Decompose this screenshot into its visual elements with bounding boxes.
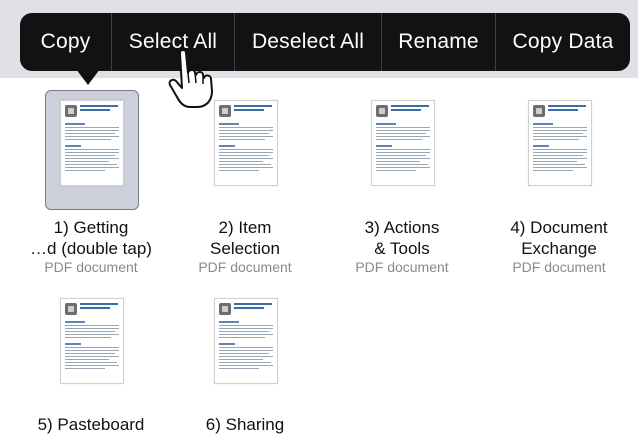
file-title: 2) Item Selection: [210, 218, 280, 258]
file-tile[interactable]: 6) Sharing: [168, 292, 322, 434]
copy-data-menu-item[interactable]: Copy Data: [496, 13, 630, 71]
file-title: 6) Sharing: [205, 415, 285, 434]
file-tile[interactable]: 1) Getting …d (double tap) PDF document: [14, 90, 168, 280]
file-type: PDF document: [512, 259, 606, 275]
pdf-thumbnail-icon: [214, 100, 278, 186]
file-tile[interactable]: 3) Actions & Tools PDF document: [325, 90, 479, 280]
file-tile[interactable]: 5) Pasteboard: [14, 292, 168, 434]
rename-menu-item[interactable]: Rename: [382, 13, 495, 71]
pdf-thumbnail-icon: [371, 100, 435, 186]
deselect-all-menu-item[interactable]: Deselect All: [235, 13, 381, 71]
file-tile[interactable]: 2) Item Selection PDF document: [168, 90, 322, 280]
copy-menu-item[interactable]: Copy: [20, 13, 111, 71]
file-type: PDF document: [355, 259, 449, 275]
file-title: 5) Pasteboard: [37, 415, 145, 434]
file-title: 1) Getting …d (double tap): [30, 218, 152, 258]
file-type: PDF document: [198, 259, 292, 275]
pdf-thumbnail-icon: [60, 100, 124, 186]
pdf-thumbnail-icon: [214, 298, 278, 384]
file-tile[interactable]: 4) Document Exchange PDF document: [482, 90, 636, 280]
pdf-thumbnail-icon: [528, 100, 592, 186]
hand-pointer-icon: [168, 49, 213, 108]
file-title: 4) Document Exchange: [510, 218, 608, 258]
pdf-thumbnail-icon: [60, 298, 124, 384]
context-menu: Copy Select All Deselect All Rename Copy…: [20, 13, 630, 71]
menu-pointer-arrow: [76, 69, 100, 85]
file-type: PDF document: [44, 259, 138, 275]
file-title: 3) Actions & Tools: [364, 218, 440, 258]
